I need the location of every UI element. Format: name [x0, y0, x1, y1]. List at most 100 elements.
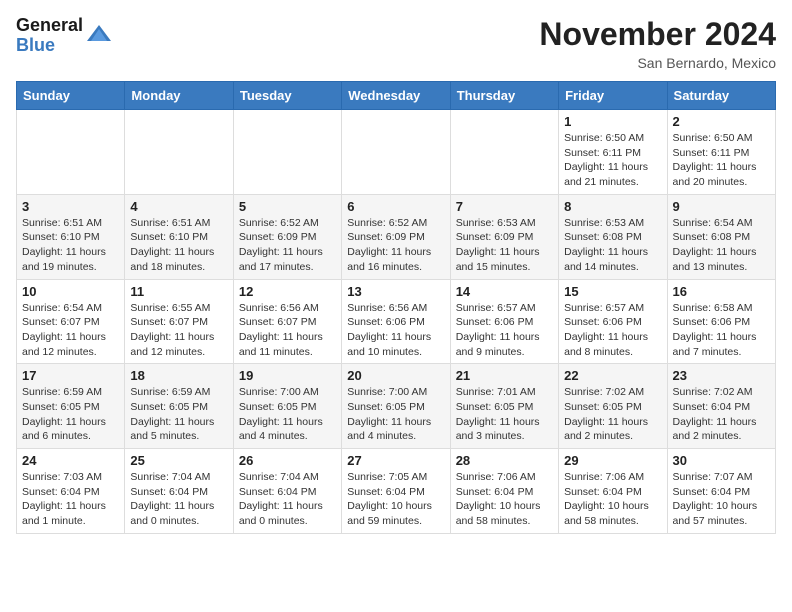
calendar-week-row: 10 Sunrise: 6:54 AMSunset: 6:07 PMDayligh… — [17, 279, 776, 364]
calendar-cell: 8 Sunrise: 6:53 AMSunset: 6:08 PMDaylight… — [559, 194, 667, 279]
calendar-cell: 9 Sunrise: 6:54 AMSunset: 6:08 PMDaylight… — [667, 194, 775, 279]
day-number: 6 — [347, 199, 444, 214]
day-info: Sunrise: 6:59 AMSunset: 6:05 PMDaylight:… — [130, 385, 227, 444]
day-number: 27 — [347, 453, 444, 468]
calendar-cell: 30Sunrise: 7:07 AMSunset: 6:04 PMDayligh… — [667, 449, 775, 534]
day-number: 10 — [22, 284, 119, 299]
day-info: Sunrise: 7:01 AMSunset: 6:05 PMDaylight:… — [456, 385, 553, 444]
calendar-cell: 1 Sunrise: 6:50 AMSunset: 6:11 PMDaylight… — [559, 110, 667, 195]
day-number: 8 — [564, 199, 661, 214]
day-number: 21 — [456, 368, 553, 383]
day-number: 7 — [456, 199, 553, 214]
day-info: Sunrise: 7:00 AMSunset: 6:05 PMDaylight:… — [347, 385, 444, 444]
day-info: Sunrise: 6:51 AMSunset: 6:10 PMDaylight:… — [22, 216, 119, 275]
calendar-cell: 28 Sunrise: 7:06 AMSunset: 6:04 PMDayligh… — [450, 449, 558, 534]
calendar-header-row: SundayMondayTuesdayWednesdayThursdayFrid… — [17, 82, 776, 110]
calendar-cell: 21 Sunrise: 7:01 AMSunset: 6:05 PMDayligh… — [450, 364, 558, 449]
day-info: Sunrise: 7:02 AMSunset: 6:04 PMDaylight:… — [673, 385, 770, 444]
day-info: Sunrise: 6:52 AMSunset: 6:09 PMDaylight:… — [347, 216, 444, 275]
day-number: 18 — [130, 368, 227, 383]
day-info: Sunrise: 6:55 AMSunset: 6:07 PMDaylight:… — [130, 301, 227, 360]
calendar-cell: 5 Sunrise: 6:52 AMSunset: 6:09 PMDaylight… — [233, 194, 341, 279]
day-number: 4 — [130, 199, 227, 214]
day-info: Sunrise: 7:05 AMSunset: 6:04 PMDaylight:… — [347, 470, 444, 529]
weekday-header: Wednesday — [342, 82, 450, 110]
day-info: Sunrise: 7:07 AMSunset: 6:04 PMDaylight:… — [673, 470, 770, 529]
calendar-week-row: 1 Sunrise: 6:50 AMSunset: 6:11 PMDaylight… — [17, 110, 776, 195]
day-number: 16 — [673, 284, 770, 299]
calendar-cell: 13Sunrise: 6:56 AMSunset: 6:06 PMDayligh… — [342, 279, 450, 364]
day-number: 5 — [239, 199, 336, 214]
day-info: Sunrise: 7:02 AMSunset: 6:05 PMDaylight:… — [564, 385, 661, 444]
weekday-header: Friday — [559, 82, 667, 110]
calendar-cell — [450, 110, 558, 195]
page: GeneralBlue November 2024 San Bernardo, … — [0, 0, 792, 550]
day-info: Sunrise: 7:06 AMSunset: 6:04 PMDaylight:… — [456, 470, 553, 529]
calendar-cell — [233, 110, 341, 195]
calendar-cell: 27 Sunrise: 7:05 AMSunset: 6:04 PMDayligh… — [342, 449, 450, 534]
calendar-table: SundayMondayTuesdayWednesdayThursdayFrid… — [16, 81, 776, 534]
day-number: 1 — [564, 114, 661, 129]
weekday-header: Thursday — [450, 82, 558, 110]
weekday-header: Saturday — [667, 82, 775, 110]
location: San Bernardo, Mexico — [539, 55, 776, 71]
calendar-cell: 29 Sunrise: 7:06 AMSunset: 6:04 PMDayligh… — [559, 449, 667, 534]
calendar-cell: 23Sunrise: 7:02 AMSunset: 6:04 PMDayligh… — [667, 364, 775, 449]
calendar-cell: 3 Sunrise: 6:51 AMSunset: 6:10 PMDaylight… — [17, 194, 125, 279]
day-info: Sunrise: 6:50 AMSunset: 6:11 PMDaylight:… — [673, 131, 770, 190]
day-info: Sunrise: 6:57 AMSunset: 6:06 PMDaylight:… — [564, 301, 661, 360]
day-number: 24 — [22, 453, 119, 468]
day-number: 14 — [456, 284, 553, 299]
month-title: November 2024 — [539, 16, 776, 53]
calendar-cell: 26Sunrise: 7:04 AMSunset: 6:04 PMDayligh… — [233, 449, 341, 534]
day-number: 29 — [564, 453, 661, 468]
calendar-cell: 14 Sunrise: 6:57 AMSunset: 6:06 PMDayligh… — [450, 279, 558, 364]
calendar-cell: 15 Sunrise: 6:57 AMSunset: 6:06 PMDayligh… — [559, 279, 667, 364]
calendar-cell — [342, 110, 450, 195]
day-number: 19 — [239, 368, 336, 383]
day-info: Sunrise: 6:54 AMSunset: 6:07 PMDaylight:… — [22, 301, 119, 360]
day-number: 13 — [347, 284, 444, 299]
day-number: 17 — [22, 368, 119, 383]
header: GeneralBlue November 2024 San Bernardo, … — [16, 16, 776, 71]
calendar-cell — [125, 110, 233, 195]
calendar-week-row: 24 Sunrise: 7:03 AMSunset: 6:04 PMDayligh… — [17, 449, 776, 534]
day-number: 25 — [130, 453, 227, 468]
day-number: 22 — [564, 368, 661, 383]
day-info: Sunrise: 6:59 AMSunset: 6:05 PMDaylight:… — [22, 385, 119, 444]
day-number: 12 — [239, 284, 336, 299]
title-section: November 2024 San Bernardo, Mexico — [539, 16, 776, 71]
day-number: 20 — [347, 368, 444, 383]
logo-text: GeneralBlue — [16, 16, 83, 56]
calendar-cell: 20 Sunrise: 7:00 AMSunset: 6:05 PMDayligh… — [342, 364, 450, 449]
calendar-cell: 25 Sunrise: 7:04 AMSunset: 6:04 PMDayligh… — [125, 449, 233, 534]
calendar-cell: 19Sunrise: 7:00 AMSunset: 6:05 PMDayligh… — [233, 364, 341, 449]
calendar-week-row: 3 Sunrise: 6:51 AMSunset: 6:10 PMDaylight… — [17, 194, 776, 279]
day-info: Sunrise: 6:51 AMSunset: 6:10 PMDaylight:… — [130, 216, 227, 275]
day-info: Sunrise: 6:53 AMSunset: 6:08 PMDaylight:… — [564, 216, 661, 275]
day-info: Sunrise: 6:54 AMSunset: 6:08 PMDaylight:… — [673, 216, 770, 275]
calendar-week-row: 17 Sunrise: 6:59 AMSunset: 6:05 PMDayligh… — [17, 364, 776, 449]
day-number: 3 — [22, 199, 119, 214]
day-number: 28 — [456, 453, 553, 468]
day-info: Sunrise: 7:03 AMSunset: 6:04 PMDaylight:… — [22, 470, 119, 529]
day-info: Sunrise: 7:04 AMSunset: 6:04 PMDaylight:… — [130, 470, 227, 529]
day-info: Sunrise: 7:04 AMSunset: 6:04 PMDaylight:… — [239, 470, 336, 529]
calendar-cell: 18 Sunrise: 6:59 AMSunset: 6:05 PMDayligh… — [125, 364, 233, 449]
weekday-header: Tuesday — [233, 82, 341, 110]
day-number: 11 — [130, 284, 227, 299]
day-info: Sunrise: 6:50 AMSunset: 6:11 PMDaylight:… — [564, 131, 661, 190]
day-number: 9 — [673, 199, 770, 214]
day-info: Sunrise: 6:58 AMSunset: 6:06 PMDaylight:… — [673, 301, 770, 360]
logo: GeneralBlue — [16, 16, 113, 56]
calendar-cell: 24 Sunrise: 7:03 AMSunset: 6:04 PMDayligh… — [17, 449, 125, 534]
day-info: Sunrise: 6:57 AMSunset: 6:06 PMDaylight:… — [456, 301, 553, 360]
calendar-cell: 10 Sunrise: 6:54 AMSunset: 6:07 PMDayligh… — [17, 279, 125, 364]
day-info: Sunrise: 7:06 AMSunset: 6:04 PMDaylight:… — [564, 470, 661, 529]
calendar-cell: 16 Sunrise: 6:58 AMSunset: 6:06 PMDayligh… — [667, 279, 775, 364]
calendar-cell: 4 Sunrise: 6:51 AMSunset: 6:10 PMDaylight… — [125, 194, 233, 279]
day-number: 15 — [564, 284, 661, 299]
weekday-header: Sunday — [17, 82, 125, 110]
calendar-cell: 12Sunrise: 6:56 AMSunset: 6:07 PMDayligh… — [233, 279, 341, 364]
day-info: Sunrise: 6:52 AMSunset: 6:09 PMDaylight:… — [239, 216, 336, 275]
